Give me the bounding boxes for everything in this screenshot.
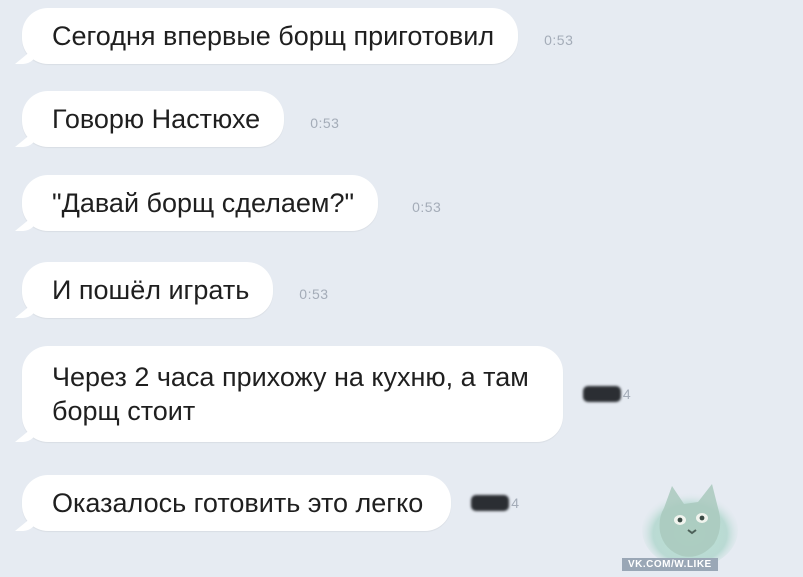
message-time-obscured: 4: [563, 386, 631, 402]
redaction-mark: [582, 386, 621, 402]
message-bubble[interactable]: Через 2 часа прихожу на кухню, а там бор…: [22, 346, 563, 442]
message-time-digit: 4: [511, 495, 520, 511]
message-time-obscured: 4: [451, 495, 519, 511]
message-time: 0:53: [310, 115, 340, 131]
message-row: И пошёл играть 0:53: [22, 262, 329, 318]
message-row: "Давай борщ сделаем?" 0:53: [22, 175, 441, 231]
message-row: Через 2 часа прихожу на кухню, а там бор…: [22, 346, 631, 442]
cat-sticker-icon: [642, 484, 738, 568]
message-row: Говорю Настюхе 0:53: [22, 91, 339, 147]
message-bubble[interactable]: Говорю Настюхе: [22, 91, 285, 147]
message-time: 0:53: [412, 199, 442, 215]
message-bubble[interactable]: Оказалось готовить это легко: [22, 475, 452, 531]
message-row: Сегодня впервые борщ приготовил 0:53: [22, 8, 573, 64]
message-time: 0:53: [299, 286, 329, 302]
message-bubble[interactable]: "Давай борщ сделаем?": [22, 175, 379, 231]
message-row: Оказалось готовить это легко 4: [22, 475, 519, 531]
message-time-digit: 4: [622, 386, 631, 402]
chat-area: Сегодня впервые борщ приготовил 0:53 Гов…: [0, 0, 803, 577]
message-bubble[interactable]: И пошёл играть: [22, 262, 274, 318]
redaction-mark: [471, 495, 510, 511]
message-time: 0:53: [544, 32, 574, 48]
message-bubble[interactable]: Сегодня впервые борщ приготовил: [22, 8, 519, 64]
watermark: VK.COM/W.LIKE: [622, 558, 718, 571]
